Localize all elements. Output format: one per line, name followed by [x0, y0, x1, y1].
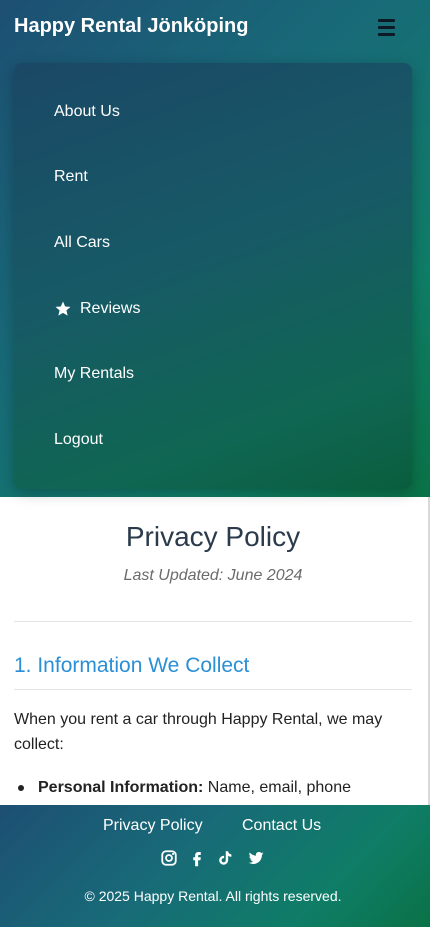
menu-item-my-rentals[interactable]: My Rentals — [54, 365, 134, 383]
brand-title[interactable]: Happy Rental Jönköping — [14, 15, 248, 38]
top-header: Happy Rental Jönköping About Us Rent All… — [0, 0, 430, 497]
last-updated: Last Updated: June 2024 — [123, 567, 303, 584]
facebook-icon[interactable] — [188, 849, 206, 867]
list-item: Personal Information: Name, email, phone… — [38, 775, 398, 805]
menu-item-label: My Rentals — [54, 365, 135, 382]
menu-item-all-cars[interactable]: All Cars — [54, 234, 110, 252]
hamburger-icon[interactable] — [378, 14, 404, 40]
divider — [14, 689, 412, 690]
footer-link-privacy-policy[interactable]: Privacy Policy — [103, 817, 203, 835]
intro-paragraph: When you rent a car through Happy Rental… — [14, 711, 383, 753]
menu-item-label: Reviews — [80, 300, 141, 317]
main-content: Privacy Policy Last Updated: June 2024 1… — [0, 497, 430, 805]
menu-item-label: Rent — [54, 168, 88, 185]
menu-item-rent[interactable]: Rent — [54, 168, 88, 186]
menu-item-about-us[interactable]: About Us — [54, 103, 120, 121]
menu-item-logout[interactable]: Logout — [54, 431, 103, 449]
divider — [14, 621, 412, 622]
instagram-icon[interactable] — [160, 849, 178, 867]
menu-item-reviews[interactable]: Reviews — [54, 300, 140, 318]
footer: Privacy Policy Contact Us © 2025 Happy R… — [0, 805, 430, 927]
bullet-strong: Personal Information: — [38, 779, 204, 796]
tiktok-icon[interactable] — [216, 849, 234, 867]
nav-menu: About Us Rent All Cars Reviews My Rental… — [14, 63, 412, 489]
section-title: 1. Information We Collect — [14, 654, 250, 677]
copyright: © 2025 Happy Rental. All rights reserved… — [84, 888, 342, 904]
menu-item-label: Logout — [54, 431, 103, 448]
footer-link-contact-us[interactable]: Contact Us — [242, 817, 321, 835]
bullet-marker — [18, 785, 24, 791]
menu-item-label: All Cars — [54, 234, 111, 251]
star-icon — [55, 301, 71, 316]
twitter-icon[interactable] — [247, 849, 265, 867]
page-title: Privacy Policy — [125, 521, 301, 552]
menu-item-label: About Us — [54, 103, 120, 120]
